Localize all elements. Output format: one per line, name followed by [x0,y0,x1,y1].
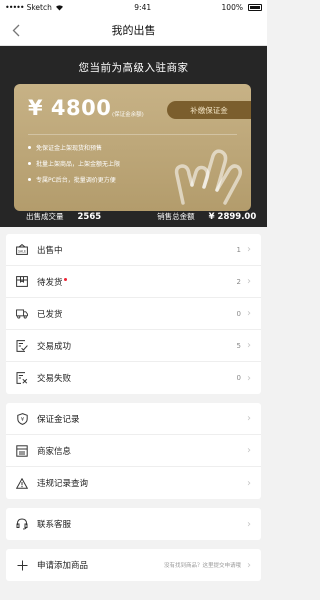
merchant-info-row[interactable]: 商家信息 › [6,435,261,467]
chevron-right-icon: › [247,276,251,287]
benefit-item: 专属PC后台，批量调价更方便 [28,175,120,184]
benefit-item: 免保证金上架现货和预售 [28,143,120,152]
chevron-right-icon: › [247,340,251,351]
battery-percent: 100% [221,2,243,12]
chevron-right-icon: › [247,372,251,384]
sales-stats: 出售成交量 2565 销售总金额 ¥ 2899.00 [0,206,267,227]
order-row-shipped[interactable]: 已发货 0 › [6,298,261,330]
deposit-card: ¥ 4800 (保证金余额) 补缴保证金 免保证金上架现货和预售 批量上架商品，… [14,84,251,211]
violation-record-row[interactable]: 违规记录查询 › [6,467,261,499]
page-title: 我的出售 [111,23,156,37]
order-row-success[interactable]: 交易成功 5 › [6,330,261,362]
chevron-right-icon: › [247,559,251,571]
merchant-service-group: ¥ 保证金记录 › 商家信息 › 违规记录查询 › [6,403,261,499]
rock-hand-icon [174,149,243,205]
signal-icon: ••••• [5,2,25,12]
plus-icon [16,559,28,571]
benefit-item: 批量上架商品，上架金额无上限 [28,159,120,168]
chevron-right-icon: › [247,518,251,530]
battery-icon [247,3,262,11]
order-row-failed[interactable]: 交易失败 0 › [6,362,261,394]
add-product-row[interactable]: 申请添加商品 没有找到商品？这里提交申请哦 › [6,549,261,581]
chevron-right-icon: › [247,445,251,456]
deposit-amount-note: (保证金余额) [112,112,144,118]
order-status-group: SALE 出售中 1 › 待发货 2 › 已发货 0 › 交易成功 5 › 交易… [6,234,261,394]
sold-total-value: ¥ 2899.00 [208,211,257,222]
chevron-right-icon: › [247,477,251,489]
contact-support-row[interactable]: 联系客服 › [6,508,261,540]
check-doc-icon [16,339,28,352]
deposit-amount: ¥ 4800 [28,96,112,120]
chevron-right-icon: › [247,244,251,255]
sale-tag-icon: SALE [16,244,28,256]
headset-icon [16,518,28,530]
fail-doc-icon [16,372,28,384]
sold-count-value: 2565 [77,211,102,222]
chevron-right-icon: › [247,413,251,424]
merchant-level-headline: 您当前为高级入驻商家 [78,62,189,74]
pay-deposit-button[interactable]: 补缴保证金 [167,101,251,119]
svg-text:¥: ¥ [20,417,23,423]
notification-dot [63,277,67,281]
shield-icon: ¥ [16,412,28,425]
back-button[interactable] [7,21,25,39]
package-icon [16,276,28,288]
sold-count-label: 出售成交量 [26,212,64,221]
chevron-right-icon: › [247,308,251,319]
support-group: 联系客服 › [6,508,261,540]
truck-icon [16,308,28,320]
carrier-label: Sketch [26,2,52,12]
store-icon [16,444,28,457]
order-row-to-ship[interactable]: 待发货 2 › [6,266,261,298]
deposit-record-row[interactable]: ¥ 保证金记录 › [6,403,261,435]
order-row-selling[interactable]: SALE 出售中 1 › [6,234,261,266]
wifi-icon [55,4,63,10]
warning-icon [16,477,28,489]
benefit-list: 免保证金上架现货和预售 批量上架商品，上架金额无上限 专属PC后台，批量调价更方… [28,143,120,191]
sold-total-label: 销售总金额 [157,212,195,221]
add-product-group: 申请添加商品 没有找到商品？这里提交申请哦 › [6,549,261,581]
nav-bar: 我的出售 [0,14,267,46]
add-product-hint: 没有找到商品？这里提交申请哦 [163,563,241,569]
card-divider [28,134,237,135]
svg-text:SALE: SALE [18,250,26,254]
status-time: 9:41 [134,2,152,12]
chevron-left-icon [12,24,20,36]
merchant-hero: 您当前为高级入驻商家 ¥ 4800 (保证金余额) 补缴保证金 免保证金上架现货… [0,46,267,227]
status-bar: ••••• Sketch 9:41 100% [0,0,267,14]
